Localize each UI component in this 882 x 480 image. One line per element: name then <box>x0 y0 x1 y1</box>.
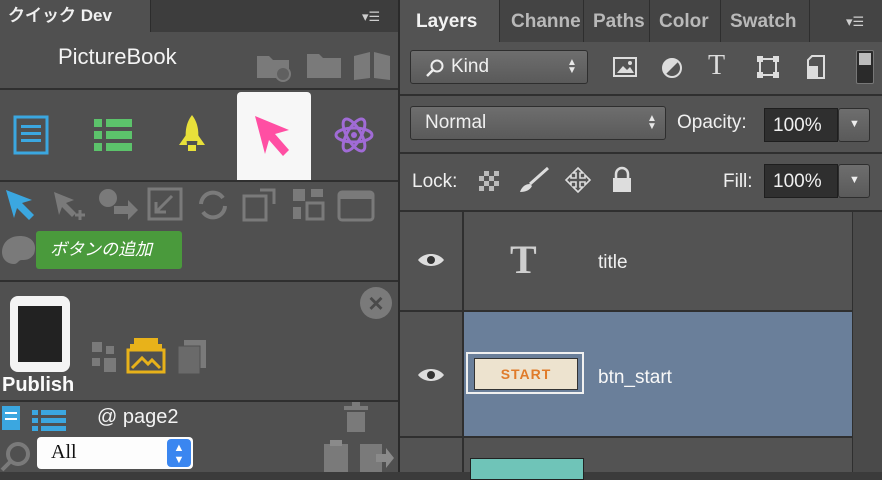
open-folder-icon[interactable] <box>305 48 345 80</box>
book-icon[interactable] <box>352 48 392 80</box>
fill-dropdown-button[interactable]: ▼ <box>838 164 870 198</box>
layer-thumbnail: START <box>466 352 584 394</box>
align-tool-icon[interactable] <box>290 186 330 224</box>
kind-filter-arrows: ▲ ▼ <box>567 57 577 76</box>
filter-select[interactable]: All ▲ ▼ <box>37 437 193 469</box>
move-tool-icon[interactable] <box>50 188 90 224</box>
divider <box>0 180 398 182</box>
tab-select-mode[interactable] <box>237 92 311 182</box>
trash-icon[interactable] <box>342 402 370 434</box>
atom-icon[interactable] <box>333 114 375 156</box>
divider <box>0 280 398 282</box>
pixel-layer-filter-icon[interactable] <box>612 56 638 78</box>
opacity-dropdown-button[interactable]: ▼ <box>838 108 870 142</box>
opacity-value: 100% <box>773 115 822 136</box>
window-tool-icon[interactable] <box>336 186 378 224</box>
tablet-icon[interactable] <box>8 294 72 374</box>
tab-quick-dev[interactable]: クイック Dev <box>0 0 151 32</box>
lock-all-icon[interactable] <box>610 166 634 194</box>
resize-tool-icon[interactable] <box>146 186 186 224</box>
tab-paths[interactable]: Paths <box>585 0 650 42</box>
select-tool-icon[interactable] <box>2 186 42 224</box>
tab-quick-dev-label: クイック Dev <box>8 6 112 25</box>
layers-panel: Layers Channe Paths Color Swatch ▾☰ Kind… <box>400 0 882 480</box>
divider <box>462 212 464 310</box>
qr-icon[interactable] <box>90 340 120 376</box>
new-folder-icon[interactable] <box>255 48 293 82</box>
layers-menu-icon[interactable]: ▾☰ <box>846 14 864 30</box>
blend-mode-arrows: ▲ ▼ <box>647 113 657 132</box>
publish-label[interactable]: Publish <box>2 374 74 397</box>
fill-label: Fill: <box>723 171 753 192</box>
quick-dev-panel: クイック Dev ▾☰ PictureBook ボタンの追加 Publish ×… <box>0 0 398 472</box>
fill-value: 100% <box>773 171 822 192</box>
eye-icon[interactable] <box>416 250 446 270</box>
divider <box>462 438 464 472</box>
start-button-preview: START <box>474 358 578 390</box>
image-stack-icon[interactable] <box>126 336 166 376</box>
filter-select-arrows: ▲ ▼ <box>167 439 191 467</box>
rotate-tool-icon[interactable] <box>193 186 233 224</box>
search-icon[interactable] <box>0 440 34 472</box>
filter-select-value: All <box>51 441 77 463</box>
layer-row[interactable]: T title <box>400 212 852 310</box>
add-button-tooltip: ボタンの追加 <box>36 231 182 269</box>
chevron-down-icon: ▼ <box>849 174 860 186</box>
panel-menu-icon[interactable]: ▾☰ <box>362 9 380 25</box>
kind-filter-select[interactable]: Kind ▲ ▼ <box>410 50 588 84</box>
page-label: @ page2 <box>97 406 179 428</box>
lock-label: Lock: <box>412 171 458 192</box>
blend-mode-select[interactable]: Normal ▲ ▼ <box>410 106 666 140</box>
divider <box>0 88 398 90</box>
tab-layers[interactable]: Layers <box>400 0 500 42</box>
cursor-icon <box>255 116 289 156</box>
divider <box>0 400 398 402</box>
tab-channels[interactable]: Channe <box>501 0 584 42</box>
smart-object-filter-icon[interactable] <box>804 54 828 80</box>
app-name: PictureBook <box>58 44 177 69</box>
lock-pixels-brush-icon[interactable] <box>516 166 550 194</box>
lock-transparency-icon[interactable] <box>478 170 500 192</box>
page-icon[interactable] <box>0 404 24 432</box>
divider <box>400 436 852 438</box>
paste-icon[interactable] <box>320 440 354 472</box>
filter-toggle-knob <box>859 53 871 65</box>
layer-thumbnail-partial[interactable] <box>470 458 584 480</box>
layer-row-selected[interactable]: START btn_start <box>400 312 852 436</box>
transform-tool-icon[interactable] <box>240 186 280 224</box>
tab-color[interactable]: Color <box>651 0 721 42</box>
close-icon[interactable]: × <box>360 287 392 319</box>
tab-swatches[interactable]: Swatch <box>722 0 810 42</box>
layer-name: title <box>598 252 628 273</box>
kind-filter-label: Kind <box>451 56 490 77</box>
eye-icon[interactable] <box>416 365 446 385</box>
search-icon <box>426 59 444 77</box>
filter-toggle-switch[interactable] <box>856 50 874 84</box>
rocket-icon[interactable] <box>175 113 209 157</box>
page-list-icon[interactable] <box>30 408 68 432</box>
text-layer-thumbnail-icon: T <box>510 237 537 282</box>
layers-scrollbar[interactable] <box>852 212 882 472</box>
chevron-down-icon: ▼ <box>849 118 860 130</box>
opacity-input[interactable]: 100% <box>764 108 838 142</box>
fill-input[interactable]: 100% <box>764 164 838 198</box>
export-icon[interactable] <box>358 440 394 472</box>
type-filter-icon[interactable]: T <box>708 50 725 82</box>
copy-icon[interactable] <box>176 338 210 374</box>
divider <box>400 152 882 154</box>
list-icon[interactable] <box>92 117 134 153</box>
opacity-label: Opacity: <box>677 112 747 133</box>
blend-mode-value: Normal <box>425 112 487 133</box>
divider <box>400 94 882 96</box>
layer-name: btn_start <box>598 367 672 388</box>
lock-position-move-icon[interactable] <box>564 166 592 194</box>
palette-icon[interactable] <box>0 232 40 268</box>
adjustment-filter-icon[interactable] <box>660 56 684 80</box>
shape-filter-icon[interactable] <box>756 55 780 79</box>
document-icon[interactable] <box>12 115 52 157</box>
add-action-icon[interactable] <box>96 186 140 224</box>
